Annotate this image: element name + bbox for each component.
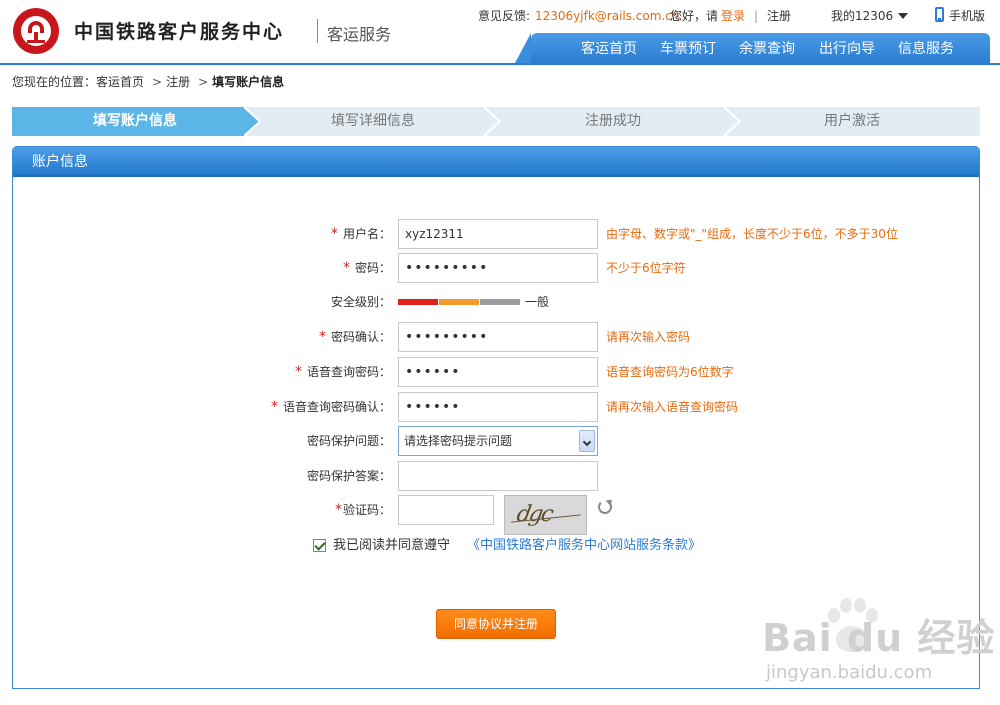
nav-travel-guide[interactable]: 出行向导: [819, 40, 875, 58]
voice-password-input[interactable]: ••••••: [398, 357, 598, 387]
railway-logo-icon: [13, 8, 59, 54]
breadcrumb-separator: >: [152, 75, 163, 89]
password-confirm-input[interactable]: •••••••••: [398, 322, 598, 352]
feedback-label: 意见反馈:: [478, 9, 531, 23]
nav-info-service[interactable]: 信息服务: [898, 40, 954, 58]
security-question-select[interactable]: 请选择密码提示问题: [398, 426, 598, 456]
captcha-image-text: dgc: [514, 502, 554, 527]
nav-home[interactable]: 客运首页: [581, 40, 637, 58]
brand-divider: [317, 19, 318, 43]
security-answer-label: 密码保护答案：: [306, 469, 391, 483]
select-arrow-icon[interactable]: [579, 430, 595, 452]
watermark-url: jingyan.baidu.com: [766, 662, 933, 683]
login-link[interactable]: 登录: [721, 8, 745, 24]
password-confirm-label: * 密码确认：: [318, 329, 391, 345]
security-answer-input[interactable]: [398, 461, 598, 491]
mobile-link[interactable]: 手机版: [949, 8, 985, 24]
username-label: * 用户名：: [330, 226, 391, 242]
password-label: * 密码：: [342, 260, 391, 276]
breadcrumb-separator: >: [198, 75, 209, 89]
nav-ticket-booking[interactable]: 车票预订: [660, 40, 716, 58]
security-question-value: 请选择密码提示问题: [404, 434, 513, 448]
step-detail-info: 填写详细信息: [244, 107, 502, 136]
terms-link[interactable]: 《中国铁路客户服务中心网站服务条款》: [467, 536, 701, 556]
captcha-input[interactable]: [398, 495, 494, 525]
security-question-label: 密码保护问题：: [306, 434, 391, 448]
security-bar-weak: [398, 299, 438, 305]
step-label: 用户激活: [824, 113, 880, 129]
breadcrumb: 您现在的位置：客运首页 > 注册 > 填写账户信息: [12, 74, 284, 90]
brand-name: 中国铁路客户服务中心: [74, 21, 285, 43]
breadcrumb-register[interactable]: 注册: [166, 75, 190, 89]
security-bar-strong: [480, 299, 520, 305]
captcha-image[interactable]: dgc: [504, 495, 587, 535]
nav-remaining-tickets[interactable]: 余票查询: [739, 40, 795, 58]
watermark-brand: Bai du 经验: [762, 616, 996, 660]
password-confirm-hint: 请再次输入密码: [606, 330, 691, 344]
phone-icon[interactable]: [935, 7, 944, 22]
username-hint: 由字母、数字或"_"组成，长度不少于6位，不多于30位: [606, 227, 898, 241]
voice-password-confirm-hint: 请再次输入语音查询密码: [606, 400, 739, 414]
agree-and-register-button[interactable]: 同意协议并注册: [436, 609, 556, 639]
panel-title: 账户信息: [32, 154, 88, 170]
topbar-separator: |: [754, 9, 759, 23]
feedback-email-link[interactable]: 12306yjfk@rails.com.cn: [535, 8, 679, 24]
caret-down-icon[interactable]: [898, 13, 908, 19]
breadcrumb-prefix: 您现在的位置：: [12, 75, 97, 89]
refresh-icon[interactable]: [598, 500, 612, 514]
voice-password-confirm-label: * 语音查询密码确认：: [270, 399, 391, 415]
breadcrumb-home[interactable]: 客运首页: [96, 75, 144, 89]
agree-checkbox[interactable]: [313, 539, 326, 552]
panel-header: 账户信息: [13, 147, 979, 177]
voice-password-label: * 语音查询密码：: [294, 364, 391, 380]
step-account-info: 填写账户信息: [12, 107, 262, 136]
step-user-activation: 用户激活: [724, 107, 980, 136]
voice-password-hint: 语音查询密码为6位数字: [606, 365, 734, 379]
security-level-label: 安全级别：: [330, 295, 391, 309]
step-label: 注册成功: [585, 113, 641, 129]
security-level-value: 一般: [525, 295, 550, 309]
step-label: 填写详细信息: [331, 113, 415, 129]
breadcrumb-current: 填写账户信息: [212, 75, 285, 89]
captcha-label: *验证码：: [334, 502, 391, 518]
password-hint: 不少于6位字符: [606, 261, 686, 275]
voice-password-confirm-input[interactable]: ••••••: [398, 392, 598, 422]
brand-subtitle: 客运服务: [327, 25, 392, 44]
header-divider: [0, 63, 1000, 65]
step-label: 填写账户信息: [93, 113, 177, 129]
step-register-success: 注册成功: [484, 107, 742, 136]
registration-steps: 填写账户信息 填写详细信息 注册成功 用户激活: [12, 107, 980, 136]
register-link[interactable]: 注册: [767, 8, 791, 24]
greeting-text: 您好，请: [670, 9, 719, 23]
security-bar-medium: [439, 299, 479, 305]
my12306-menu[interactable]: 我的12306: [831, 8, 893, 24]
username-input[interactable]: xyz12311: [398, 219, 598, 249]
password-input[interactable]: •••••••••: [398, 253, 598, 283]
agree-text: 我已阅读并同意遵守: [333, 538, 451, 553]
